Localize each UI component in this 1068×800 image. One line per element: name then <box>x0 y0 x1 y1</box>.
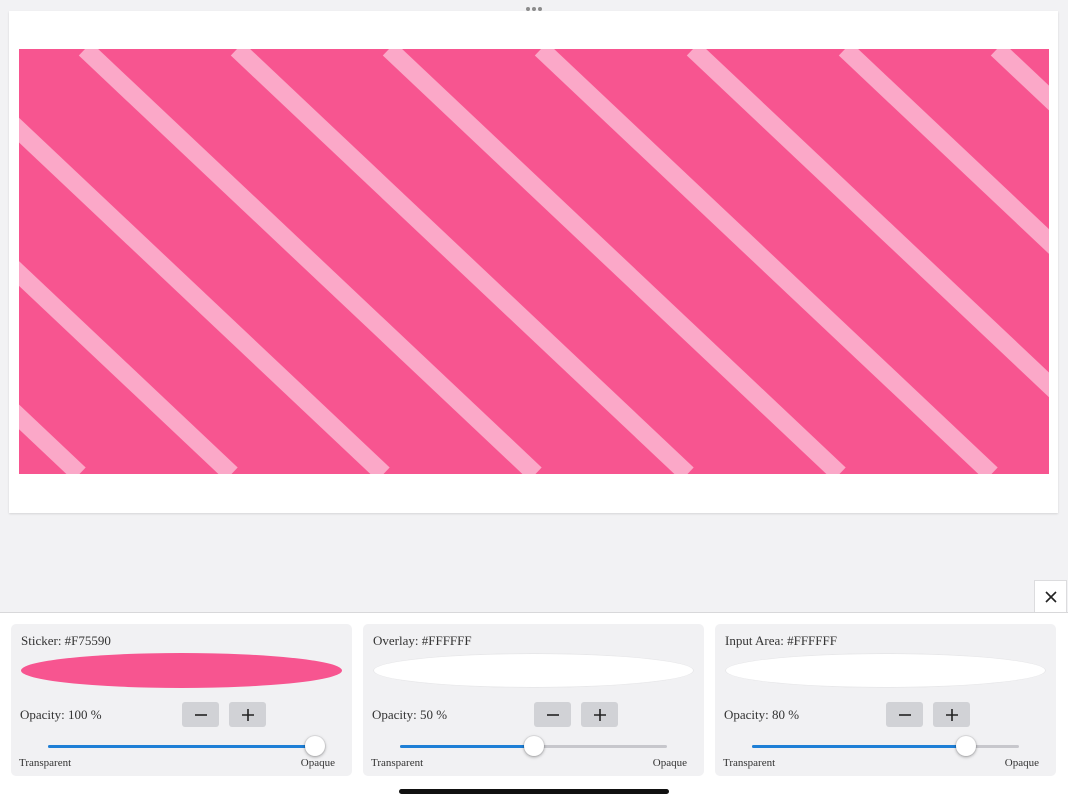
overlay-decrease-button[interactable] <box>534 702 571 727</box>
input-area-opacity-slider[interactable] <box>752 736 1019 758</box>
slider-thumb[interactable] <box>955 736 976 756</box>
input-area-title: Input Area: #FFFFFF <box>725 633 837 648</box>
slider-thumb[interactable] <box>305 736 325 756</box>
opaque-label: Opaque <box>300 757 335 769</box>
sticker-card: Sticker: #F75590 Opacity: 100 % Transpar… <box>11 624 352 776</box>
overlay-color-swatch[interactable] <box>373 653 694 688</box>
plus-icon <box>241 708 254 721</box>
opaque-label: Opaque <box>1004 757 1039 769</box>
sticker-decrease-button[interactable] <box>182 702 219 727</box>
sticker-opacity-slider[interactable] <box>48 736 325 758</box>
input-area-opacity-label: Opacity: 80 % <box>724 707 800 722</box>
slider-fill <box>48 745 315 748</box>
close-button[interactable] <box>1034 580 1067 612</box>
preview-canvas <box>9 11 1058 513</box>
overlay-title: Overlay: #FFFFFF <box>373 633 472 648</box>
input-area-decrease-button[interactable] <box>886 702 923 727</box>
input-area-card: Input Area: #FFFFFF Opacity: 80 % Transp… <box>715 624 1056 776</box>
home-indicator <box>399 789 669 794</box>
sticker-opacity-label: Opacity: 100 % <box>20 707 102 722</box>
overlay-increase-button[interactable] <box>581 702 618 727</box>
slider-thumb[interactable] <box>523 736 544 756</box>
plus-icon <box>593 708 606 721</box>
overlay-card: Overlay: #FFFFFF Opacity: 50 % Transpare… <box>363 624 704 776</box>
slider-fill <box>752 745 966 748</box>
slider-fill <box>400 745 534 748</box>
overlay-opacity-label: Opacity: 50 % <box>372 707 448 722</box>
input-area-color-swatch[interactable] <box>725 653 1046 688</box>
transparent-label: Transparent <box>723 757 776 769</box>
plus-icon <box>945 708 958 721</box>
sticker-preview <box>19 49 1049 474</box>
close-icon <box>1044 590 1057 603</box>
transparent-label: Transparent <box>19 757 72 769</box>
color-settings-panel: Sticker: #F75590 Opacity: 100 % Transpar… <box>0 612 1068 800</box>
opaque-label: Opaque <box>652 757 687 769</box>
sticker-color-swatch[interactable] <box>21 653 342 688</box>
sticker-title: Sticker: #F75590 <box>21 633 111 648</box>
minus-icon <box>194 713 207 716</box>
transparent-label: Transparent <box>371 757 424 769</box>
overlay-opacity-slider[interactable] <box>400 736 667 758</box>
minus-icon <box>898 713 911 716</box>
stripe-pattern <box>19 49 1049 474</box>
input-area-increase-button[interactable] <box>933 702 970 727</box>
sticker-increase-button[interactable] <box>229 702 266 727</box>
minus-icon <box>546 713 559 716</box>
